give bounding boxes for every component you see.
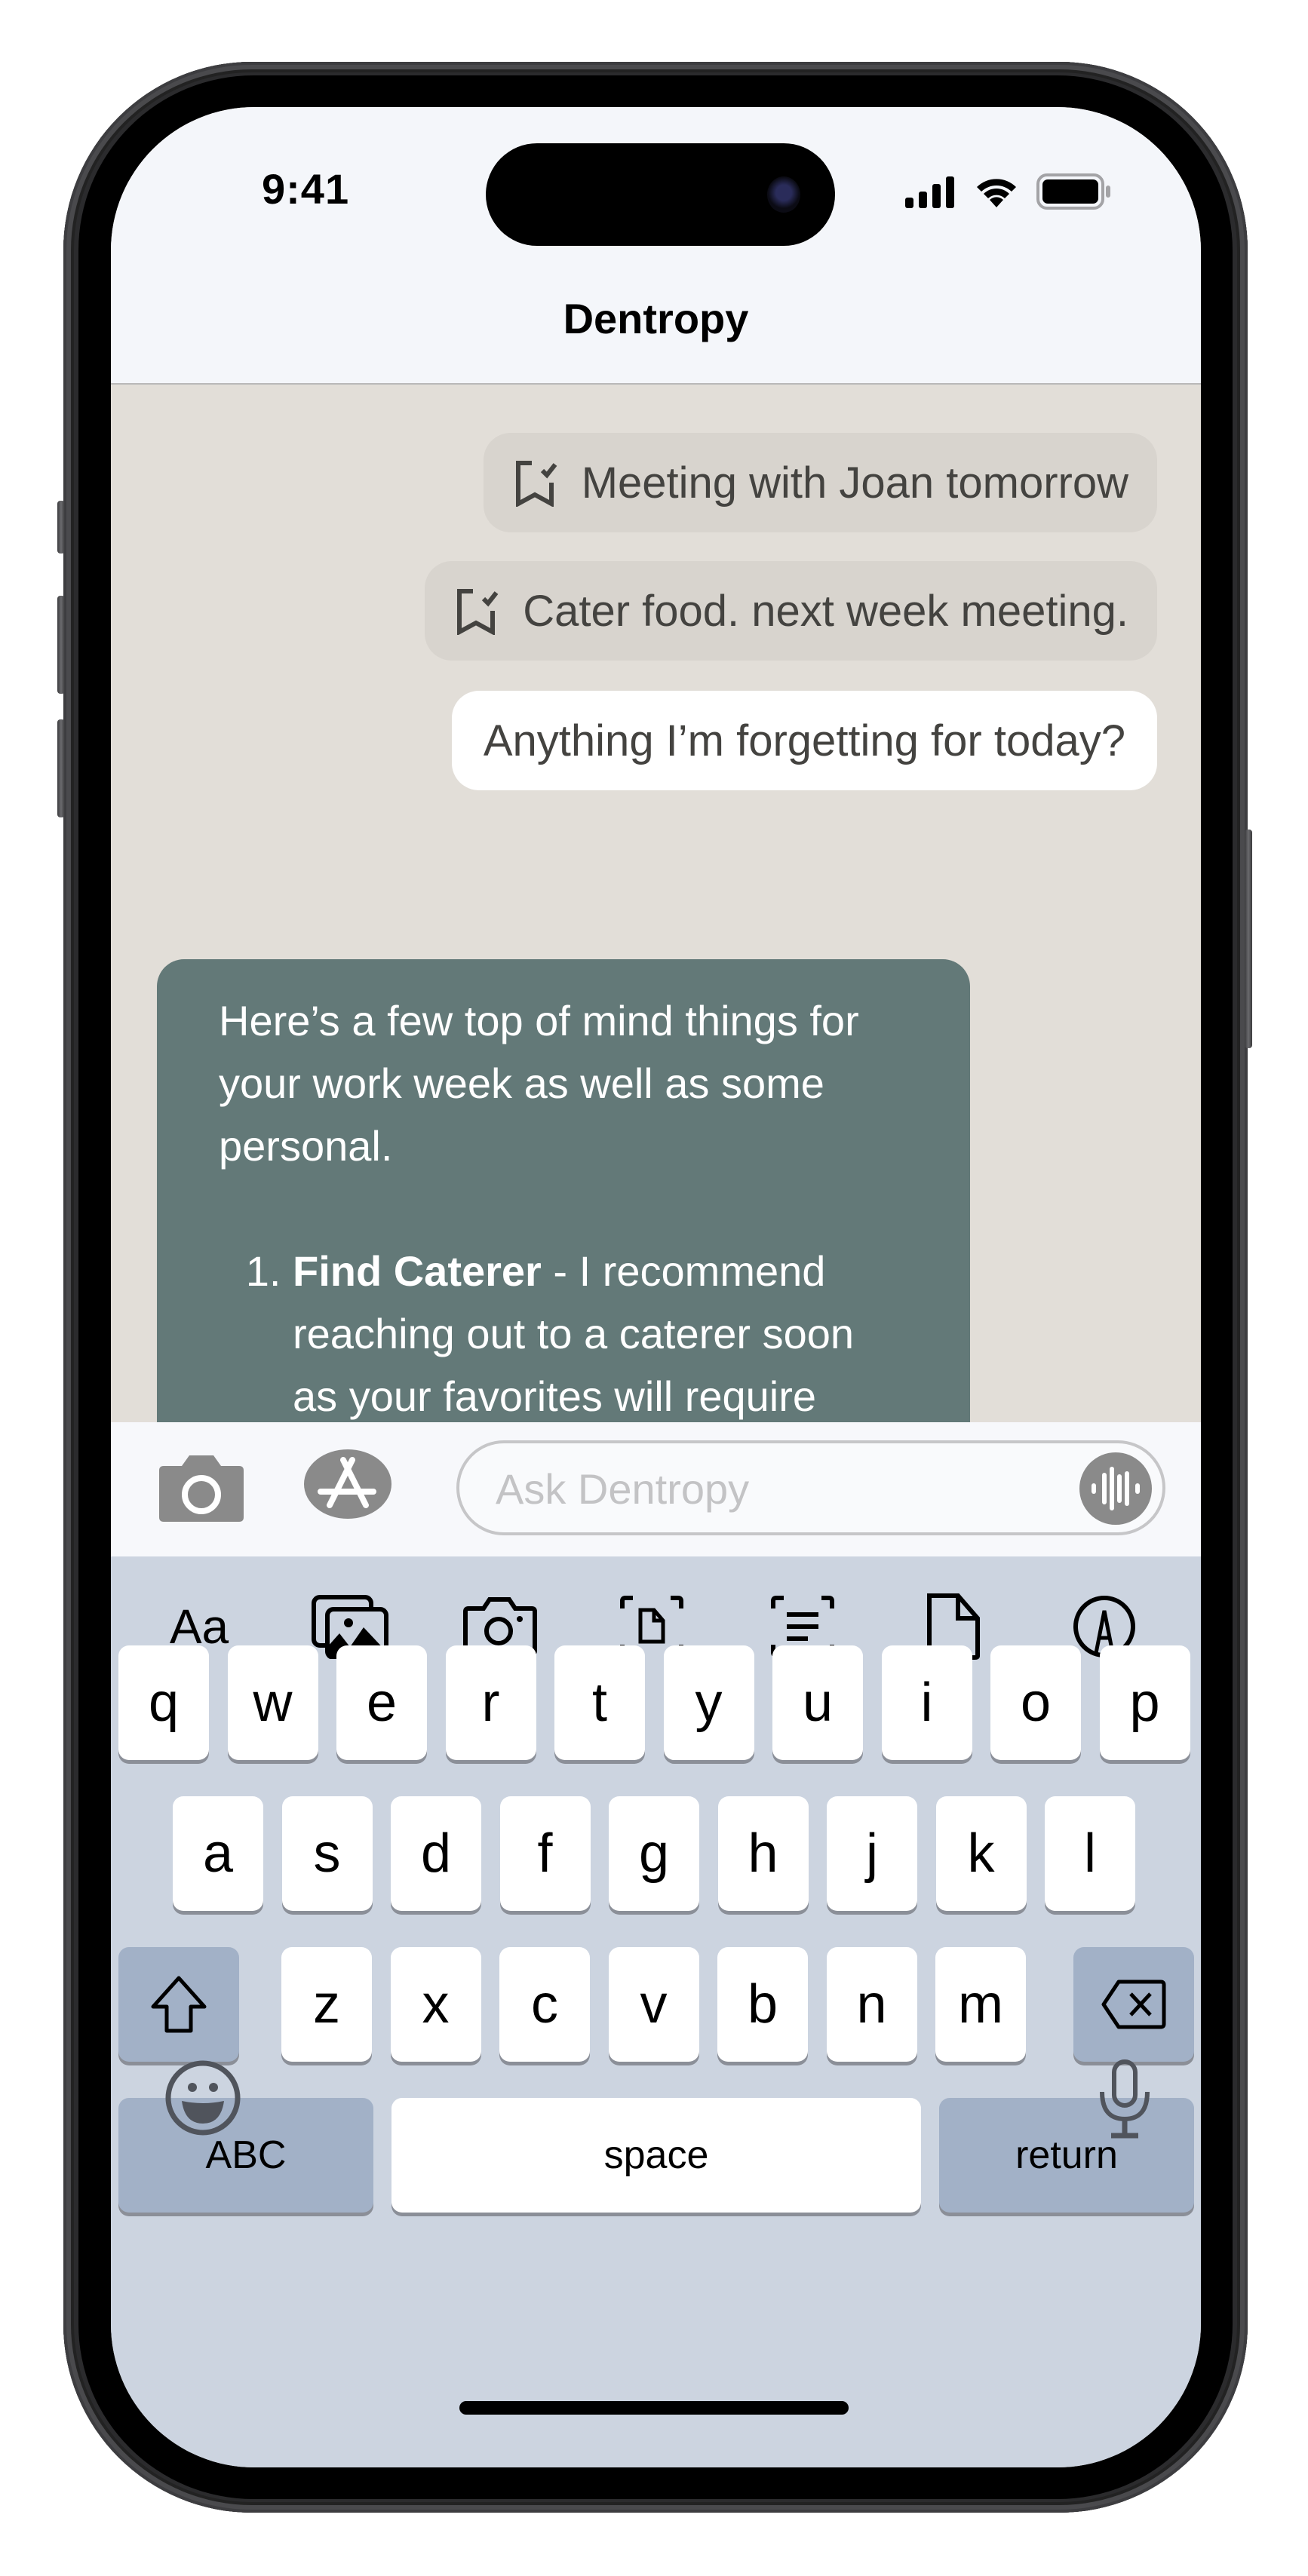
abc-label: ABC [205,2133,287,2177]
key-d[interactable]: d [391,1796,481,1911]
action-button [57,501,65,554]
emoji-face-icon [165,2060,241,2136]
camera-icon [159,1455,244,1522]
status-time: 9:41 [262,165,350,213]
microphone-icon [1100,2059,1150,2139]
key-f[interactable]: f [499,1796,591,1911]
dictation-button[interactable] [1095,2059,1155,2145]
key-v[interactable]: v [608,1947,699,2062]
key-z[interactable]: z [281,1947,372,2062]
status-icons [904,173,1112,210]
key-o[interactable]: o [990,1645,1081,1760]
dynamic-island [486,143,835,246]
key-p[interactable]: p [1099,1645,1190,1760]
compose-bar [111,1422,1201,1556]
bookmark-check-icon [453,587,500,635]
chat-thread: Meeting with Joan tomorrow Cater food. n… [111,385,1201,1529]
app-store-button[interactable] [304,1448,391,1524]
note-text: Meeting with Joan tomorrow [581,458,1128,508]
abc-key[interactable]: ABC [118,2098,373,2213]
space-key[interactable]: space [391,2098,921,2213]
key-e[interactable]: e [336,1645,427,1760]
key-l[interactable]: l [1045,1796,1135,1911]
volume-up-button [57,596,65,694]
ask-input[interactable] [494,1455,1040,1522]
key-j[interactable]: j [827,1796,917,1911]
bookmark-check-icon [512,458,559,507]
item-title: Find Caterer [293,1247,542,1295]
home-indicator[interactable] [459,2401,849,2415]
app-store-icon [304,1449,391,1519]
ask-input-container [456,1440,1165,1535]
space-label: space [603,2133,709,2177]
delete-backspace-icon [1101,1980,1166,2029]
key-t[interactable]: t [554,1645,645,1760]
shift-arrow-icon [151,1976,207,2033]
assistant-intro: Here’s a few top of mind things for your… [219,997,859,1170]
shift-key[interactable] [118,1947,239,2062]
key-x[interactable]: x [390,1947,481,2062]
key-u[interactable]: u [772,1645,863,1760]
camera-button[interactable] [158,1452,245,1529]
key-n[interactable]: n [826,1947,917,2062]
note-bubble[interactable]: Meeting with Joan tomorrow [483,433,1157,532]
key-q[interactable]: q [118,1645,209,1760]
front-camera [767,176,800,213]
wifi-icon [977,179,1016,207]
key-a[interactable]: a [173,1796,263,1911]
key-m[interactable]: m [935,1947,1026,2062]
keyboard: Aa q w e r t y u i o p a s d f g h j k l… [111,1556,1201,2467]
return-key[interactable]: return [939,2098,1194,2213]
delete-key[interactable] [1073,1947,1194,2062]
user-message-text: Anything I’m forgetting for today? [483,716,1125,765]
power-button [1245,830,1252,1048]
key-h[interactable]: h [717,1796,809,1911]
key-y[interactable]: y [663,1645,754,1760]
key-w[interactable]: w [227,1645,318,1760]
cellular-signal-icon [905,176,954,208]
volume-down-button [57,719,65,817]
screen: 9:41 Dentropy Meeting with Joan tomorrow… [111,107,1201,2467]
waveform-icon [1092,1467,1140,1510]
battery-icon [1036,173,1110,210]
user-message-bubble[interactable]: Anything I’m forgetting for today? [451,691,1157,790]
note-text: Cater food. next week meeting. [523,586,1128,636]
key-g[interactable]: g [609,1796,699,1911]
note-bubble[interactable]: Cater food. next week meeting. [425,561,1157,661]
page-title: Dentropy [563,295,749,342]
key-c[interactable]: c [499,1947,590,2062]
voice-mode-button[interactable] [1079,1452,1152,1525]
key-r[interactable]: r [445,1645,536,1760]
key-s[interactable]: s [281,1796,373,1911]
header: 9:41 Dentropy [111,107,1201,385]
key-k[interactable]: k [935,1796,1027,1911]
key-i[interactable]: i [881,1645,972,1760]
key-b[interactable]: b [717,1947,808,2062]
